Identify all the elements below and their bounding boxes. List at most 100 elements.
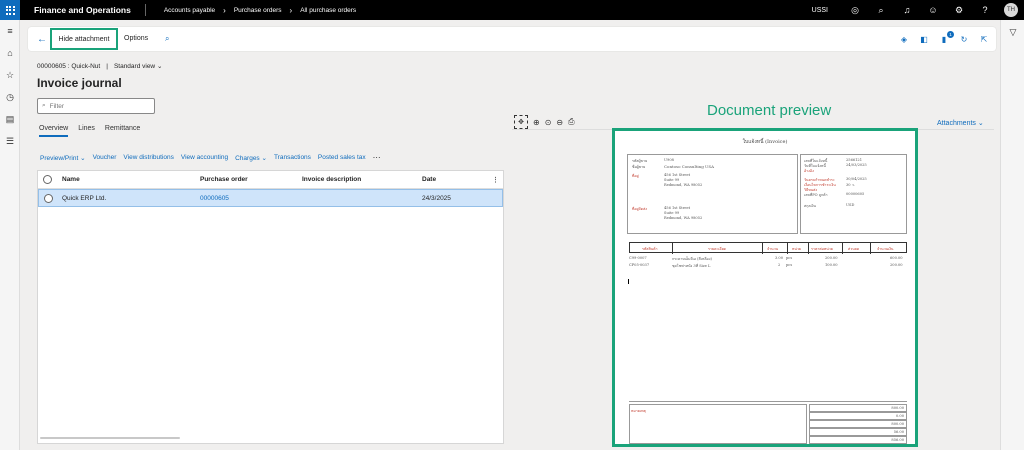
- fit-page-icon[interactable]: ✥: [514, 115, 528, 129]
- open-new-window-icon[interactable]: ⇱: [978, 35, 990, 44]
- chevron-right-icon: ›: [289, 5, 293, 15]
- view-distributions-button[interactable]: View distributions: [123, 154, 173, 161]
- due-date: 30/04/2025: [846, 177, 867, 181]
- view-accounting-button[interactable]: View accounting: [181, 154, 228, 161]
- search-icon[interactable]: ⌕: [868, 0, 894, 20]
- totals-section: หมายเหตุ 800.00 0.00 800.00 56.00 856.00: [629, 401, 907, 447]
- address-line-3: Redmond, WA 98052: [664, 183, 703, 187]
- breadcrumb-item[interactable]: Accounts payable: [164, 7, 215, 14]
- home-icon[interactable]: ⌂: [0, 42, 20, 64]
- zoom-in-icon[interactable]: ⊕: [533, 118, 540, 127]
- diamond-icon[interactable]: ◈: [898, 35, 910, 44]
- transactions-button[interactable]: Transactions: [274, 154, 311, 161]
- tab-remittance[interactable]: Remittance: [105, 125, 140, 137]
- company-picker[interactable]: USSI: [812, 7, 828, 14]
- vendor-name: Contoso Consulting USA: [664, 164, 715, 169]
- tab-overview[interactable]: Overview: [39, 125, 69, 137]
- column-header-invoice-description[interactable]: Invoice description: [302, 176, 361, 183]
- chevron-right-icon: ›: [223, 5, 226, 15]
- total-row: 800.00: [809, 404, 907, 412]
- total-row: 856.00: [809, 436, 907, 444]
- record-identifier: 00000605 : Quick-Nut | Standard view ⌄: [37, 62, 162, 71]
- action-pane-tools: ◈ ◧ ▮ 1 ↻ ⇱: [898, 27, 990, 51]
- doc-col-description: รายละเอียด: [708, 247, 727, 251]
- gear-icon[interactable]: ⚙: [946, 0, 972, 20]
- options-button[interactable]: Options: [124, 27, 148, 51]
- line-2-qty: 2: [778, 263, 781, 267]
- notification-badge: 1: [947, 30, 954, 38]
- separator: |: [106, 62, 108, 70]
- charges-menu[interactable]: Charges ⌄: [235, 154, 267, 162]
- star-icon[interactable]: ☆: [0, 64, 20, 86]
- breadcrumb-item[interactable]: All purchase orders: [300, 7, 356, 14]
- grid-header: Name Purchase order Invoice description …: [38, 171, 503, 189]
- back-arrow-icon[interactable]: ←: [32, 34, 52, 45]
- remark-box: [629, 404, 807, 444]
- total-row: 0.00: [809, 412, 907, 420]
- hamburger-icon[interactable]: ≡: [0, 20, 20, 42]
- search-icon: ⌕: [42, 102, 46, 109]
- refresh-icon[interactable]: ↻: [958, 35, 970, 44]
- hide-attachment-button[interactable]: Hide attachment: [50, 28, 118, 50]
- horizontal-scrollbar[interactable]: [40, 437, 180, 439]
- filter-icon[interactable]: ▽: [1001, 20, 1024, 44]
- vendor-info-box: รหัสผู้ขาย U908 ชื่อผู้ขาย Contoso Consu…: [627, 154, 798, 234]
- copilot-icon[interactable]: ◎: [842, 0, 868, 20]
- total-value: 800.00: [891, 422, 904, 426]
- zoom-out-icon[interactable]: ⊖: [556, 118, 563, 127]
- cell-purchase-order-link[interactable]: 00000605: [200, 195, 229, 202]
- preview-print-label: Preview/Print: [40, 154, 79, 162]
- print-icon[interactable]: ⎙: [568, 117, 574, 127]
- doc-col-qty: จำนวน: [767, 247, 779, 251]
- avatar[interactable]: TH: [1004, 3, 1018, 17]
- column-options-icon[interactable]: ⋮: [492, 176, 499, 184]
- app-title[interactable]: Finance and Operations: [20, 4, 146, 16]
- ship-address-line-2: Suite 99: [664, 211, 680, 215]
- clock-icon[interactable]: ◷: [0, 86, 20, 108]
- office-icon[interactable]: ◧: [918, 35, 930, 44]
- search-icon[interactable]: ⌕: [165, 27, 169, 51]
- text-cursor: [628, 279, 629, 284]
- top-bar: Finance and Operations Accounts payable …: [0, 0, 1024, 20]
- smiley-icon[interactable]: ☺: [920, 0, 946, 20]
- table-row[interactable]: Quick ERP Ltd. 00000605 24/3/2025: [38, 189, 503, 207]
- zoom-reset-icon[interactable]: ⊙: [545, 118, 552, 127]
- line-1-unit: pcs: [786, 256, 793, 260]
- line-2-amount: 200.00: [890, 263, 903, 267]
- posted-sales-tax-button[interactable]: Posted sales tax: [318, 154, 366, 161]
- filter-placeholder: Filter: [49, 102, 65, 110]
- help-icon[interactable]: ?: [972, 0, 998, 20]
- preview-print-menu[interactable]: Preview/Print ⌄: [40, 154, 86, 162]
- tab-lines[interactable]: Lines: [78, 125, 95, 137]
- more-icon[interactable]: ⋯: [373, 153, 381, 162]
- document-preview-frame[interactable]: ใบแจ้งหนี้ (Invoice) รหัสผู้ขาย U908 ชื่…: [612, 128, 918, 447]
- payment-terms: 30 ว.: [846, 183, 855, 187]
- filter-input[interactable]: ⌕ Filter: [37, 98, 155, 114]
- column-header-date[interactable]: Date: [422, 176, 436, 183]
- row-select-radio[interactable]: [44, 193, 53, 203]
- bell-icon[interactable]: ♫: [894, 0, 920, 20]
- total-row: 800.00: [809, 420, 907, 428]
- po-number: 00000605: [846, 192, 865, 196]
- charges-label: Charges: [235, 154, 260, 162]
- view-selector[interactable]: Standard view ⌄: [114, 62, 162, 70]
- voucher-button[interactable]: Voucher: [93, 154, 117, 161]
- attachments-menu[interactable]: Attachments ⌄: [937, 119, 984, 127]
- column-header-purchase-order[interactable]: Purchase order: [200, 176, 248, 183]
- select-all-radio[interactable]: [43, 175, 52, 184]
- line-2-unit: pcs: [786, 263, 793, 267]
- chevron-down-icon: ⌄: [80, 154, 86, 162]
- attachment-icon[interactable]: ▮ 1: [938, 30, 954, 44]
- total-value: 56.00: [893, 430, 904, 434]
- app-launcher-icon[interactable]: [0, 0, 20, 20]
- workspace-icon[interactable]: ▤: [0, 108, 20, 130]
- page-title: Invoice journal: [37, 76, 122, 90]
- view-label: Standard view: [113, 63, 156, 70]
- breadcrumb: Accounts payable › Purchase orders › All…: [164, 6, 356, 15]
- column-header-name[interactable]: Name: [62, 176, 80, 183]
- right-rail: ▽: [1000, 20, 1024, 450]
- breadcrumb-item[interactable]: Purchase orders: [234, 7, 282, 14]
- list-icon[interactable]: ☰: [0, 130, 20, 152]
- line-2-desc: ชุดโซฟาหนัง 3ที่ Size L: [672, 264, 711, 268]
- grid-toolbar: Preview/Print ⌄ Voucher View distributio…: [40, 153, 381, 162]
